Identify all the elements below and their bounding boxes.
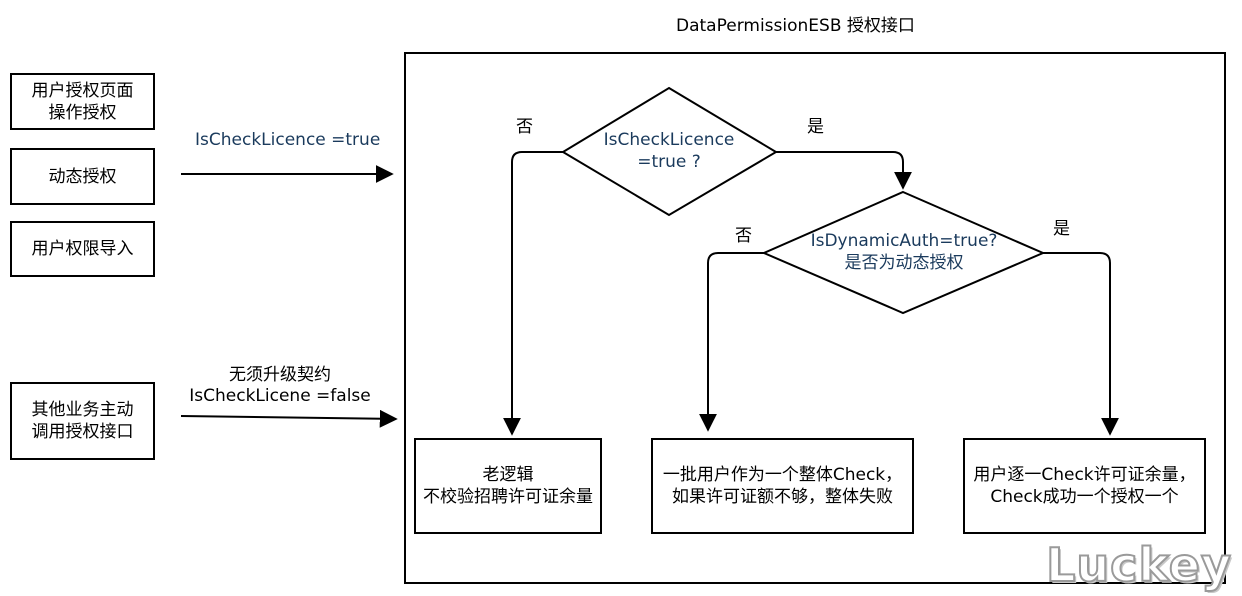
decision-check-licence-label: IsCheckLicence =true ? <box>603 130 735 172</box>
edge-label-d2-yes: 是 <box>1053 219 1070 239</box>
edge-label-d1-yes: 是 <box>807 117 824 137</box>
edge-d2-yes <box>1043 252 1119 436</box>
result-batch-check-label: 一批用户作为一个整体Check， 如果许可证额不够，整体失败 <box>662 465 903 507</box>
edge-d2-no <box>699 252 764 432</box>
result-per-user-check-label: 用户逐一Check许可证余量， Check成功一个授权一个 <box>973 465 1196 507</box>
edge-label-bottom-call: 无须升级契约 IsCheckLicene =false <box>189 365 371 406</box>
edge-d1-yes <box>776 151 912 190</box>
diagram-title: DataPermissionESB 授权接口 <box>676 16 915 36</box>
watermark-logo: Luckey <box>1045 537 1232 593</box>
source-dynamic-label: 动态授权 <box>48 166 117 187</box>
edge-d1-no <box>503 151 563 436</box>
decision-dynamic-auth-label: IsDynamicAuth=true? 是否为动态授权 <box>810 231 998 273</box>
source-other-label: 其他业务主动 调用授权接口 <box>31 400 134 442</box>
arrow-bottom-call <box>180 409 398 428</box>
edge-label-d1-no: 否 <box>516 117 533 137</box>
result-old-logic-label: 老逻辑 不校验招聘许可证余量 <box>423 465 593 507</box>
edge-label-top-call: IsCheckLicence =true <box>195 130 381 150</box>
edge-label-d2-no: 否 <box>735 226 752 246</box>
source-user-page-label: 用户授权页面 操作授权 <box>31 80 134 123</box>
source-import-label: 用户权限导入 <box>31 239 134 259</box>
